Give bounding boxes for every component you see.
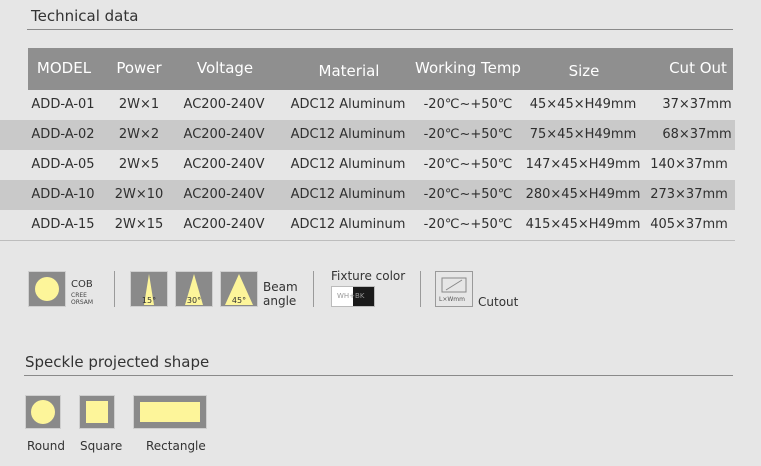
cell-temp: -20℃~+50℃ [423,187,513,202]
cell-material: ADC12 Aluminum [290,97,406,112]
cell-material: ADC12 Aluminum [290,187,406,202]
cell-power: 2W×10 [114,187,164,202]
header-size: Size [568,62,600,80]
beam-15-icon: 15° [130,271,168,307]
beam-15-label: 15° [141,296,157,305]
cell-voltage: AC200-240V [183,97,265,112]
table-row: ADD-A-15 2W×15 AC200-240V ADC12 Aluminum… [0,210,735,240]
table-header: MODEL Power Voltage Material Working Tem… [28,48,733,90]
cell-power: 2W×15 [114,217,164,232]
cell-temp: -20℃~+50℃ [423,217,513,232]
cell-temp: -20℃~+50℃ [423,157,513,172]
header-power: Power [116,59,162,77]
round-shape-icon [25,395,61,429]
speckle-underline [24,375,733,376]
cob-icon [28,271,66,307]
cell-power: 2W×5 [118,157,160,172]
cell-model: ADD-A-01 [31,97,95,112]
separator [114,271,115,307]
beam-label-line1: Beam [263,280,298,294]
cell-cutout: 405×37mm [650,217,728,232]
cell-voltage: AC200-240V [183,217,265,232]
square-label: Square [80,439,123,453]
rectangle-shape-icon [133,395,207,429]
cell-cutout: 273×37mm [650,187,728,202]
cell-size: 45×45×H49mm [529,97,637,112]
cell-power: 2W×2 [118,127,160,142]
cell-material: ADC12 Aluminum [290,157,406,172]
table-row: ADD-A-02 2W×2 AC200-240V ADC12 Aluminum … [0,120,735,150]
cell-model: ADD-A-15 [31,217,95,232]
title-underline [27,29,733,30]
cell-temp: -20℃~+50℃ [423,127,513,142]
cell-model: ADD-A-05 [31,157,95,172]
header-working-temp: Working Temp [415,59,521,77]
cell-model: ADD-A-02 [31,127,95,142]
cob-sub-orsam: ORSAM [71,299,94,306]
cell-material: ADC12 Aluminum [290,217,406,232]
table-row: ADD-A-01 2W×1 AC200-240V ADC12 Aluminum … [0,90,735,120]
cob-sub-cree: CREE [71,292,87,299]
cutout-icon-text: L×Wmm [439,296,465,303]
header-material: Material [318,62,380,80]
beam-30-icon: 30° [175,271,213,307]
separator [313,271,314,307]
round-label: Round [27,439,65,453]
cell-model: ADD-A-10 [31,187,95,202]
technical-data-title: Technical data [31,7,139,25]
cutout-label: Cutout [478,295,519,309]
cell-voltage: AC200-240V [183,187,265,202]
cell-cutout: 140×37mm [650,157,728,172]
cell-temp: -20℃~+50℃ [423,97,513,112]
cell-size: 415×45×H49mm [525,217,641,232]
cell-size: 147×45×H49mm [525,157,641,172]
cell-size: 280×45×H49mm [525,187,641,202]
table-row: ADD-A-05 2W×5 AC200-240V ADC12 Aluminum … [0,150,735,180]
rectangle-label: Rectangle [146,439,206,453]
header-voltage: Voltage [196,59,254,77]
speckle-title: Speckle projected shape [25,353,210,371]
fixture-color-swatch: WH+BK [331,286,375,307]
cob-title: COB [71,279,93,290]
cutout-icon: L×Wmm [435,271,473,307]
table-row: ADD-A-10 2W×10 AC200-240V ADC12 Aluminum… [0,180,735,210]
cell-cutout: 37×37mm [662,97,732,112]
cell-material: ADC12 Aluminum [290,127,406,142]
fixture-color-title: Fixture color [331,269,406,283]
fixture-swatch-text: WH+BK [337,292,365,300]
table-bottom-rule [0,240,735,241]
header-cut-out: Cut Out [669,59,727,77]
header-model: MODEL [36,59,92,77]
beam-30-label: 30° [186,296,202,305]
cell-size: 75×45×H49mm [529,127,637,142]
beam-label-line2: angle [263,294,297,308]
square-shape-icon [79,395,115,429]
beam-45-label: 45° [231,296,247,305]
separator [420,271,421,307]
cell-voltage: AC200-240V [183,157,265,172]
cell-power: 2W×1 [118,97,160,112]
cell-voltage: AC200-240V [183,127,265,142]
beam-45-icon: 45° [220,271,258,307]
cell-cutout: 68×37mm [662,127,732,142]
